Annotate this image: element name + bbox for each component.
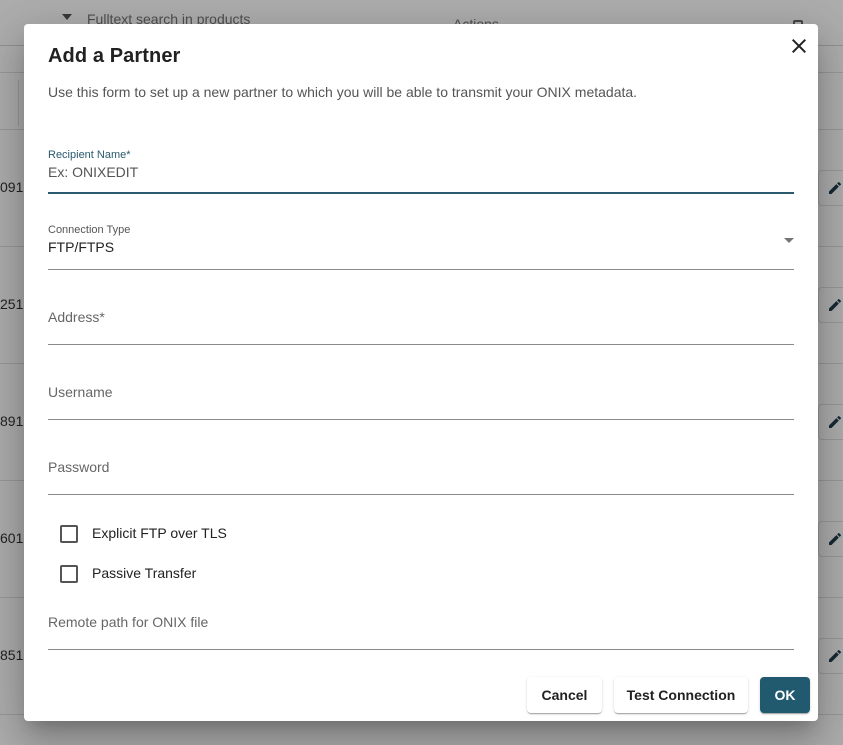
ok-button[interactable]: OK [760,677,810,713]
explicit-ftp-tls-option[interactable]: Explicit FTP over TLS [60,524,260,544]
dialog-title: Add a Partner [48,45,181,67]
close-button[interactable] [787,34,811,58]
close-icon [792,39,806,53]
connection-type-label: Connection Type [48,224,131,236]
recipient-name-label: Recipient Name* [48,149,131,161]
cancel-button[interactable]: Cancel [527,677,602,713]
add-partner-dialog: Add a Partner Use this form to set up a … [24,24,818,721]
explicit-ftp-tls-label: Explicit FTP over TLS [92,525,227,541]
explicit-ftp-tls-checkbox[interactable] [60,525,78,543]
passive-transfer-checkbox[interactable] [60,565,78,583]
test-connection-button[interactable]: Test Connection [614,677,748,713]
password-field[interactable]: Password [48,442,794,495]
remote-path-label: Remote path for ONIX file [48,614,209,630]
recipient-name-field[interactable]: Recipient Name* [48,142,794,194]
password-label: Password [48,459,110,475]
dialog-description: Use this form to set up a new partner to… [48,84,638,100]
username-field[interactable]: Username [48,367,794,420]
chevron-down-icon [784,238,794,243]
address-label: Address* [48,309,105,325]
connection-type-value: FTP/FTPS [48,239,115,255]
remote-path-field[interactable]: Remote path for ONIX file [48,597,794,650]
address-field[interactable]: Address* [48,292,794,345]
recipient-name-input[interactable] [48,164,748,180]
passive-transfer-option[interactable]: Passive Transfer [60,564,240,584]
passive-transfer-label: Passive Transfer [92,565,197,581]
connection-type-select[interactable]: Connection Type FTP/FTPS [48,217,794,270]
username-label: Username [48,384,113,400]
